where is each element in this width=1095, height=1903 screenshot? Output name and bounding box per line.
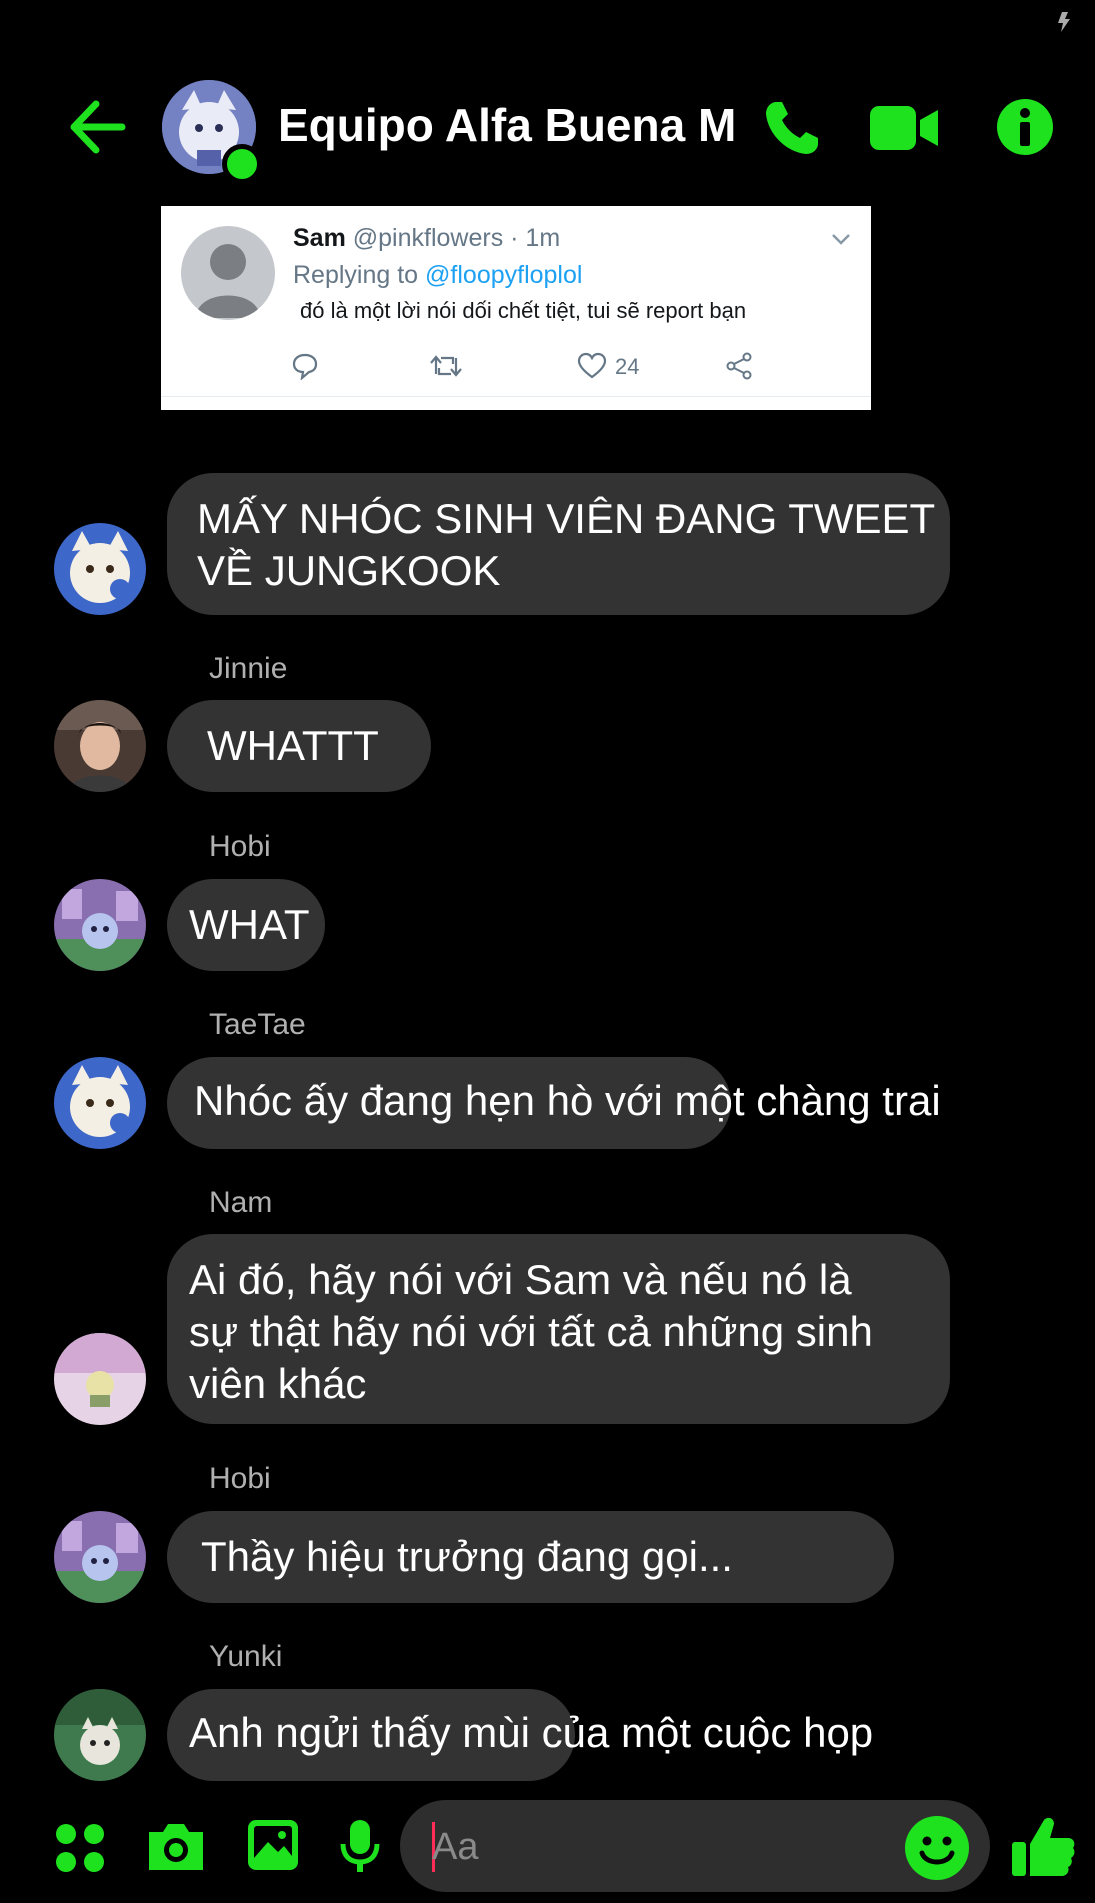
comment-icon [292,353,318,380]
retweet-icon [430,355,462,377]
tweet-actions: 24 [291,348,752,388]
camera-icon[interactable] [145,1820,207,1874]
microphone-icon[interactable] [340,1818,380,1874]
message-bubble[interactable]: Ai đó, hãy nói với Sam và nếu nó là sự t… [167,1234,950,1424]
sender-avatar[interactable] [54,1689,146,1781]
sender-avatar[interactable] [54,523,146,615]
online-indicator [222,144,262,184]
apps-grid-icon[interactable] [54,1822,106,1874]
heart-icon [577,352,607,379]
info-icon[interactable] [996,98,1054,156]
sender-avatar[interactable] [54,1511,146,1603]
flash-icon [1058,12,1070,32]
thumbs-up-icon[interactable] [1010,1814,1076,1880]
replying-to-label: Replying to [293,261,419,289]
message-input-placeholder: Aa [432,1826,479,1868]
message-bubble[interactable]: MẤY NHÓC SINH VIÊN ĐANG TWEET VỀ JUNGKOO… [167,473,950,615]
phone-icon[interactable] [762,98,822,158]
replying-handle: @floopyfloplol [425,261,583,289]
tweet-display-name: Sam [293,224,346,252]
gallery-icon[interactable] [246,1818,300,1872]
like-count: 24 [615,354,640,379]
message-text: Anh ngửi thấy mùi của một cuộc họp [189,1709,874,1756]
message-bubble[interactable]: WHAT [167,879,325,971]
chat-title[interactable]: Equipo Alfa Buena M... [278,98,738,152]
sender-name: Yunki [209,1640,283,1673]
tweet-avatar [181,226,275,320]
message-text: VỀ JUNGKOOK [197,547,501,594]
sender-avatar[interactable] [54,879,146,971]
share-icon [726,352,752,380]
arrow-left-icon[interactable] [68,100,126,154]
message-text: Nhóc ấy đang hẹn hò với một chàng trai [194,1077,941,1124]
sender-name: Hobi [209,1462,271,1495]
message-text: Ai đó, hãy nói với Sam và nếu nó là sự t… [189,1256,873,1407]
message-text: WHATTT [207,722,379,769]
sender-name: Jinnie [209,652,288,685]
sender-avatar[interactable] [54,1333,146,1425]
sender-name: Nam [209,1186,273,1219]
sender-name: Hobi [209,830,271,863]
message-text: Thầy hiệu trưởng đang gọi... [201,1533,733,1580]
sender-name: TaeTae [209,1008,306,1041]
tweet-handle-time: @pinkflowers · 1m [352,224,561,252]
message-bubble[interactable]: WHATTT [167,700,431,792]
emoji-icon[interactable] [904,1815,970,1881]
tweet-text: đó là một lời nói dối chết tiệt, tui sẽ … [300,298,747,323]
video-camera-icon[interactable] [870,104,938,152]
message-text: MẤY NHÓC SINH VIÊN ĐANG TWEET [197,495,936,542]
message-bubble[interactable]: Thầy hiệu trưởng đang gọi... [167,1511,894,1603]
sender-avatar[interactable] [54,700,146,792]
sender-avatar[interactable] [54,1057,146,1149]
chevron-down-icon [832,234,850,245]
tweet-screenshot: Sam @pinkflowers · 1m Replying to @floop… [161,206,871,410]
message-text: WHAT [189,901,310,948]
message-input[interactable] [400,1800,990,1892]
